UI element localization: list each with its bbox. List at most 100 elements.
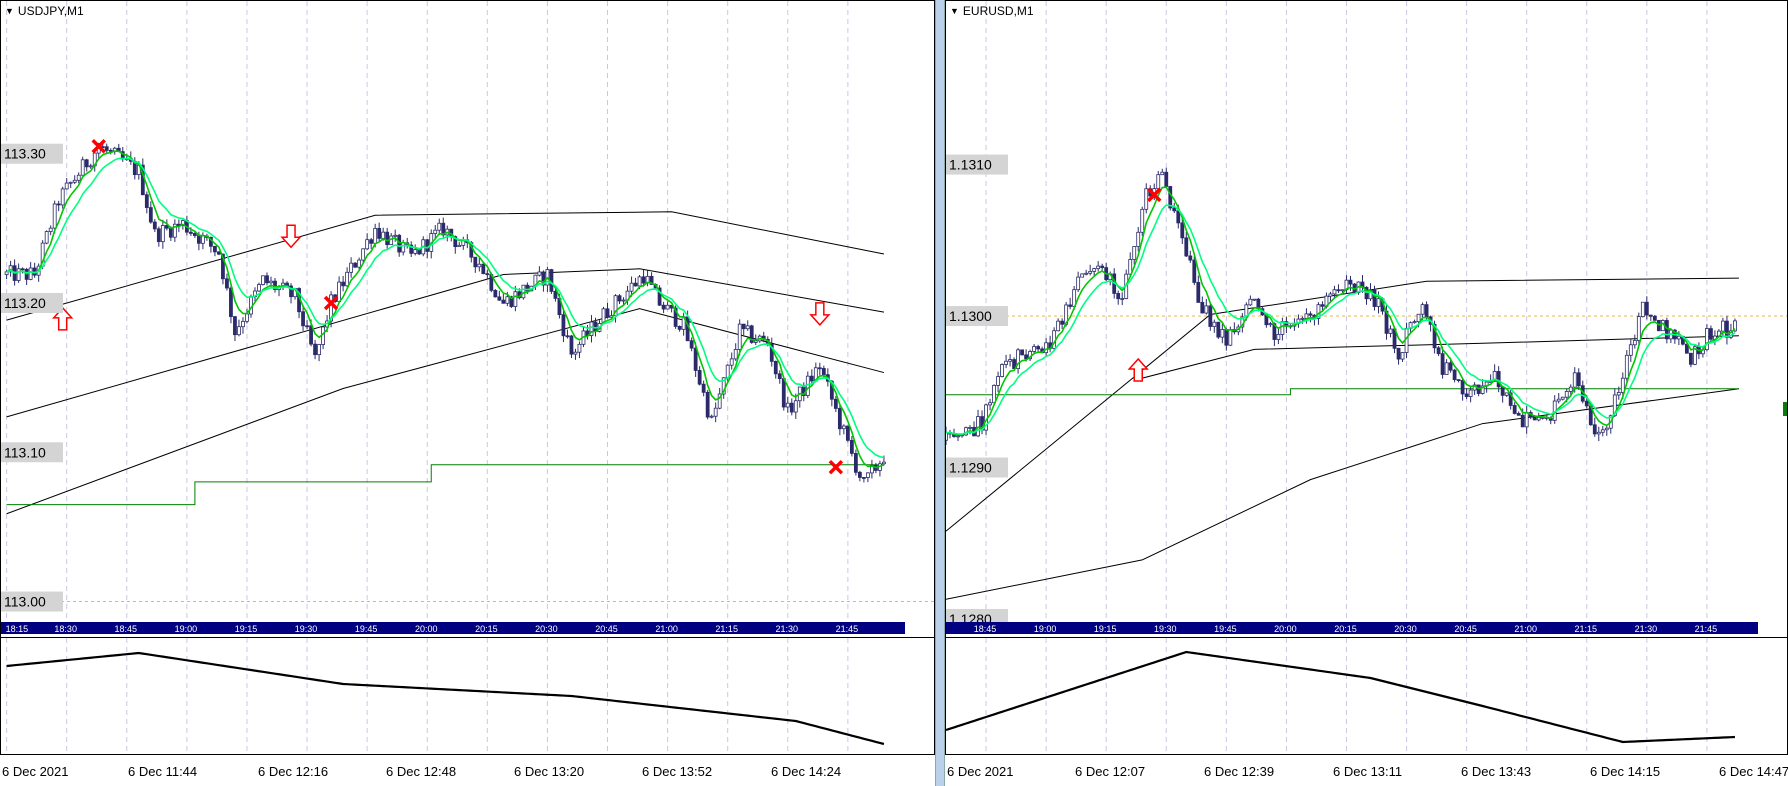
candle-body xyxy=(1444,362,1449,375)
price-label: 1.1290 xyxy=(949,460,992,476)
candle-body xyxy=(821,368,826,376)
candle-body xyxy=(317,344,321,356)
chart-title: ▼ USDJPY,M1 xyxy=(5,4,84,18)
candle-body xyxy=(1024,354,1028,360)
candle-body xyxy=(537,271,542,276)
time-bar-label: 19:15 xyxy=(1094,624,1117,634)
candle-body xyxy=(1196,282,1201,303)
candle-body xyxy=(565,335,570,338)
candle-body xyxy=(665,304,670,310)
candle-body xyxy=(1504,392,1509,396)
eurusd-chart-window[interactable]: ▼ EURUSD,M1 1.1310 1.1300 1.1290 1.1280 18:45… xyxy=(945,0,1788,755)
candle-body xyxy=(1268,323,1273,326)
candle-body xyxy=(781,378,786,408)
candle-body xyxy=(156,228,161,243)
usdjpy-chart-window[interactable]: ▼ USDJPY,M1 113.30 113.20 113.10 113.00 18:15… xyxy=(0,0,935,755)
axis-label: 6 Dec 13:52 xyxy=(642,764,713,779)
window-splitter[interactable] xyxy=(935,0,945,786)
candle-body xyxy=(737,323,742,350)
eurusd-time-axis: 6 Dec 2021 6 Dec 12:07 6 Dec 12:39 6 Dec… xyxy=(945,755,1788,786)
candle-body xyxy=(1420,304,1425,315)
dropdown-triangle-icon[interactable]: ▼ xyxy=(5,6,14,16)
candle-body xyxy=(88,165,93,168)
axis-label: 6 Dec 13:11 xyxy=(1333,764,1403,779)
candle-body xyxy=(1280,321,1285,335)
candle-body xyxy=(1709,328,1713,340)
candle-body xyxy=(1500,386,1505,396)
candle-body xyxy=(1180,222,1185,239)
candle-body xyxy=(1228,329,1233,346)
candle-body xyxy=(637,276,642,287)
candle-body xyxy=(621,299,626,302)
candle-body xyxy=(1412,321,1417,324)
candle-body xyxy=(1721,320,1725,332)
scroll-marker xyxy=(1783,402,1787,416)
candle-body xyxy=(1060,320,1065,325)
candle-body xyxy=(1132,246,1137,260)
candle-body xyxy=(1340,289,1345,292)
candle-body xyxy=(1252,298,1257,301)
candle-body xyxy=(361,248,366,261)
time-bar-label: 18:30 xyxy=(54,624,77,634)
candle-body xyxy=(369,239,374,244)
time-bar-label: 20:30 xyxy=(1394,624,1417,634)
candle-body xyxy=(1640,301,1645,318)
candle-body xyxy=(956,435,960,438)
time-bar-label: 18:45 xyxy=(974,624,997,634)
dropdown-triangle-icon[interactable]: ▼ xyxy=(950,6,959,16)
candle-body xyxy=(72,179,77,183)
candle-body xyxy=(785,402,790,408)
candle-body xyxy=(385,231,390,246)
usdjpy-time-axis: 6 Dec 2021 6 Dec 11:44 6 Dec 12:16 6 Dec… xyxy=(0,755,935,786)
candle-body xyxy=(968,427,972,429)
candle-body xyxy=(777,373,782,380)
candle-body xyxy=(866,472,870,478)
candle-body xyxy=(633,282,638,287)
candle-body xyxy=(561,314,566,337)
candle-body xyxy=(28,267,33,280)
time-bar-label: 20:30 xyxy=(535,624,558,634)
candle-body xyxy=(1172,207,1177,212)
price-label: 1.1310 xyxy=(949,157,992,173)
candle-body xyxy=(148,207,153,223)
candle-body xyxy=(1056,320,1061,332)
time-bar-label: 21:30 xyxy=(1635,624,1658,634)
candle-body xyxy=(1725,320,1729,338)
candle-body xyxy=(1100,265,1105,268)
candle-body xyxy=(661,304,666,310)
candle-body xyxy=(809,375,814,382)
candle-body xyxy=(160,225,165,243)
candle-body xyxy=(505,296,510,304)
symbol-label: USDJPY,M1 xyxy=(17,4,84,18)
candle-body xyxy=(1416,313,1421,323)
candle-body xyxy=(353,262,358,268)
candle-body xyxy=(52,203,57,229)
candle-body xyxy=(1532,416,1537,421)
candle-body xyxy=(1652,315,1657,321)
axis-label: 6 Dec 14:15 xyxy=(1590,764,1661,779)
usdjpy-price-chart[interactable]: 113.30 113.20 113.10 113.00 18:15 18:30 18:45 1… xyxy=(1,1,934,635)
candle-body xyxy=(753,340,758,343)
axis-label: 6 Dec 13:43 xyxy=(1461,764,1532,779)
candle-body xyxy=(60,188,65,206)
candle-body xyxy=(1560,396,1565,400)
candle-body xyxy=(1076,276,1081,291)
envelope-band-line xyxy=(6,268,885,418)
candle-body xyxy=(1536,417,1541,421)
candle-body xyxy=(357,259,362,268)
eurusd-price-chart[interactable]: 1.13101.13001.12901.128018:45 19:00 19:15 1… xyxy=(946,1,1787,635)
time-bar-label: 21:00 xyxy=(1514,624,1537,634)
candle-body xyxy=(853,453,858,473)
candle-body xyxy=(741,323,746,330)
candle-body xyxy=(513,291,518,307)
candle-body xyxy=(152,221,157,230)
candle-body xyxy=(1620,377,1625,393)
eurusd-oscillator-subwindow[interactable] xyxy=(946,637,1787,755)
candle-body xyxy=(225,278,229,289)
price-label: 113.30 xyxy=(4,146,46,162)
candle-body xyxy=(1584,400,1589,407)
usdjpy-oscillator-subwindow[interactable] xyxy=(1,637,934,755)
candle-body xyxy=(685,316,690,342)
candle-body xyxy=(1576,372,1581,387)
candle-body xyxy=(845,425,850,441)
